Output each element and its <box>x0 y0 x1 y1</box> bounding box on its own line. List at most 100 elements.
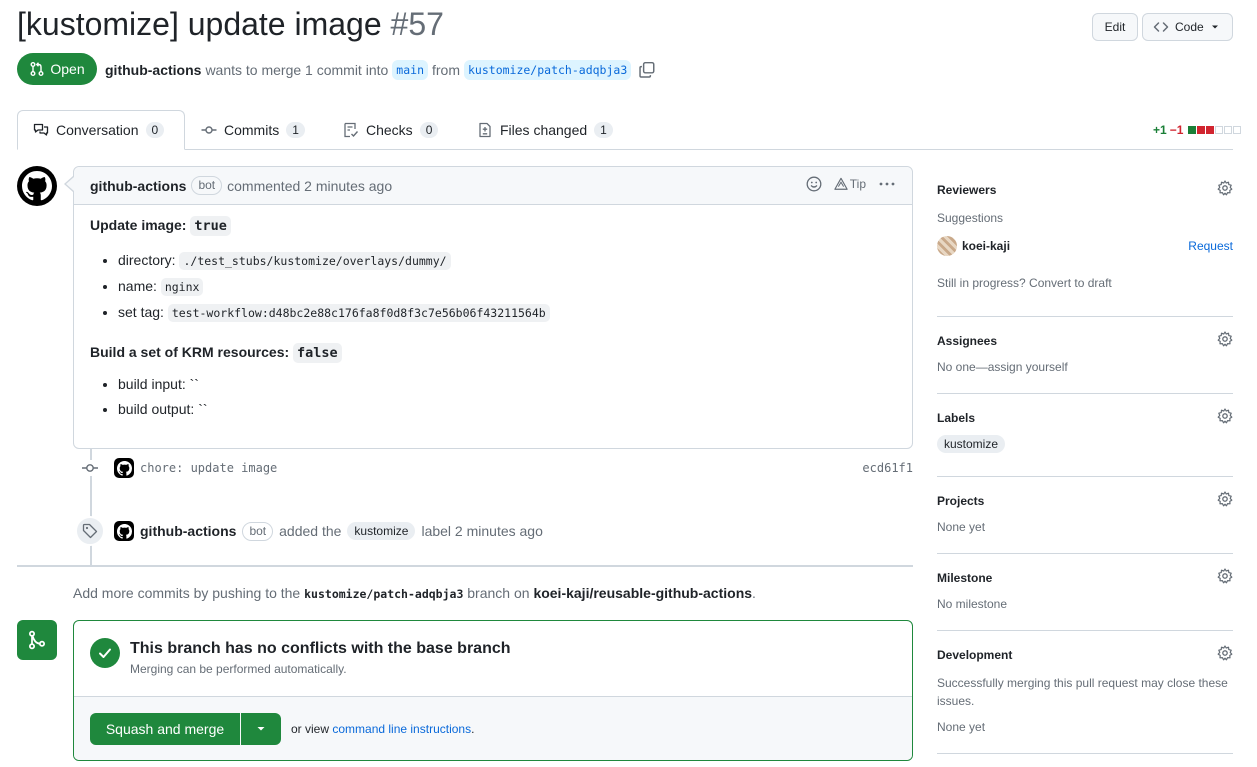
comment-discussion-icon <box>33 123 49 136</box>
request-review-link[interactable]: Request <box>1188 239 1233 253</box>
section-title: Build a set of KRM resources: <box>90 344 290 360</box>
github-actions-avatar[interactable] <box>17 166 57 206</box>
tab-checks[interactable]: Checks 0 <box>328 110 453 150</box>
timeline-end-divider <box>17 565 913 567</box>
gear-icon[interactable] <box>1217 408 1233 424</box>
sidebar-section-title[interactable]: Assignees <box>937 334 1233 348</box>
sidebar-divider <box>937 476 1233 477</box>
tab-conversation[interactable]: Conversation 0 <box>17 110 185 150</box>
edit-button-label: Edit <box>1104 20 1126 34</box>
pr-from-text: from <box>432 62 460 78</box>
sidebar-label-kustomize[interactable]: kustomize <box>937 435 1006 453</box>
tag-badge <box>75 516 105 546</box>
label-kustomize[interactable]: kustomize <box>347 522 416 540</box>
suggested-reviewer-row: koei-kaji Request <box>937 236 1233 256</box>
sidebar-section-title[interactable]: Reviewers <box>937 183 1233 197</box>
command-line-instructions-link[interactable]: command line instructions <box>332 722 471 736</box>
merge-status-title: This branch has no conflicts with the ba… <box>130 640 511 657</box>
suggested-reviewer-name[interactable]: koei-kaji <box>962 239 1010 253</box>
comment-actions: Tip <box>806 176 896 192</box>
kebab-horizontal-icon[interactable] <box>878 176 896 192</box>
merge-box: This branch has no conflicts with the ba… <box>73 620 913 761</box>
update-image-list: directory: ./test_stubs/kustomize/overla… <box>90 248 550 326</box>
pr-meta-text: wants to merge 1 commit into <box>205 62 389 78</box>
gear-icon[interactable] <box>1217 568 1233 584</box>
gear-icon[interactable] <box>1217 645 1233 661</box>
tab-commits[interactable]: Commits 1 <box>186 110 320 150</box>
copy-icon[interactable] <box>638 61 656 79</box>
github-logo-icon <box>116 523 132 539</box>
sidebar-section-title[interactable]: Labels <box>937 411 1233 425</box>
git-pull-request-icon <box>30 62 44 76</box>
code-button[interactable]: Code <box>1142 13 1233 41</box>
commit-message[interactable]: chore: update image <box>140 461 277 475</box>
section-value: false <box>293 343 342 363</box>
comment-timestamp[interactable]: commented 2 minutes ago <box>227 178 392 194</box>
commit-author-avatar[interactable] <box>114 458 134 478</box>
commit-sha[interactable]: ecd61f1 <box>862 461 913 475</box>
development-none-text: None yet <box>937 720 986 734</box>
pr-title-text: [kustomize] update image <box>17 6 382 42</box>
list-item: name: nginx <box>118 274 550 300</box>
bot-badge: bot <box>191 176 223 195</box>
section-build-krm: Build a set of KRM resources: false <box>90 343 550 363</box>
smiley-icon[interactable] <box>806 176 822 192</box>
tab-label: Conversation <box>56 122 139 138</box>
timeline-commit: chore: update image ecd61f1 <box>80 455 913 481</box>
push-note-branch: kustomize/patch-adqbja3 <box>304 587 464 601</box>
git-commit-icon <box>80 460 100 476</box>
copilot-warning-icon <box>834 177 848 190</box>
sidebar-reviewers: Reviewers Suggestions koei-kaji Request … <box>937 180 1233 290</box>
merge-status-icon <box>17 620 57 660</box>
comment-pointer-inner <box>66 177 74 191</box>
code-button-label: Code <box>1175 20 1204 34</box>
sidebar-divider <box>937 553 1233 554</box>
tab-counter: 1 <box>594 122 613 138</box>
label-actor[interactable]: github-actions <box>140 523 236 539</box>
pr-number: #57 <box>390 6 444 42</box>
github-logo-icon <box>116 460 132 476</box>
gear-icon[interactable] <box>1217 491 1233 507</box>
github-logo-icon <box>22 171 52 201</box>
triangle-down-icon <box>257 727 265 731</box>
or-view-text: or view command line instructions. <box>291 722 474 736</box>
label-added-text: added the <box>279 523 342 539</box>
sidebar-section-title[interactable]: Development <box>937 648 1233 662</box>
file-diff-icon <box>479 122 491 138</box>
sidebar-section-title[interactable]: Projects <box>937 494 1233 508</box>
tab-counter: 0 <box>145 122 165 138</box>
squash-and-merge-button[interactable]: Squash and merge <box>90 713 240 745</box>
comment-header: github-actions bot commented 2 minutes a… <box>74 167 912 205</box>
gear-icon[interactable] <box>1217 331 1233 347</box>
tip-label: Tip <box>849 177 866 191</box>
diffstat-additions: +1 <box>1153 123 1167 137</box>
list-item: set tag: test-workflow:d48bc2e88c176fa8f… <box>118 300 550 326</box>
convert-to-draft-link[interactable]: Still in progress? Convert to draft <box>937 276 1233 290</box>
sidebar-labels: Labels kustomize <box>937 408 1233 453</box>
push-note: Add more commits by pushing to the kusto… <box>73 585 756 601</box>
push-note-repo[interactable]: koei-kaji/reusable-github-actions <box>533 585 752 601</box>
merge-method-dropdown[interactable] <box>241 713 281 745</box>
gear-icon[interactable] <box>1217 180 1233 196</box>
pr-state-label: Open <box>50 61 85 77</box>
edit-button[interactable]: Edit <box>1092 13 1138 41</box>
label-event-suffix: label 2 minutes ago <box>421 523 543 539</box>
section-value: true <box>190 216 231 236</box>
pr-title: [kustomize] update image #57 <box>17 6 444 43</box>
base-branch[interactable]: main <box>392 60 428 80</box>
sidebar-divider <box>937 316 1233 317</box>
label-actor-avatar[interactable] <box>114 521 134 541</box>
section-title: Update image: <box>90 217 187 233</box>
assign-yourself-text[interactable]: No one—assign yourself <box>937 360 1233 374</box>
merge-status: This branch has no conflicts with the ba… <box>90 638 511 676</box>
development-text: Successfully merging this pull request m… <box>937 676 1228 708</box>
head-branch[interactable]: kustomize/patch-adqbja3 <box>464 60 632 80</box>
tab-files-changed[interactable]: Files changed 1 <box>462 110 628 150</box>
push-note-prefix: Add more commits by pushing to the <box>73 585 301 601</box>
suggestions-label: Suggestions <box>937 211 1004 225</box>
sidebar-divider <box>937 630 1233 631</box>
copilot-tip[interactable]: Tip <box>834 177 866 191</box>
pr-author-link[interactable]: github-actions <box>105 62 201 78</box>
sidebar-section-title[interactable]: Milestone <box>937 571 1233 585</box>
comment-author[interactable]: github-actions <box>90 178 186 194</box>
